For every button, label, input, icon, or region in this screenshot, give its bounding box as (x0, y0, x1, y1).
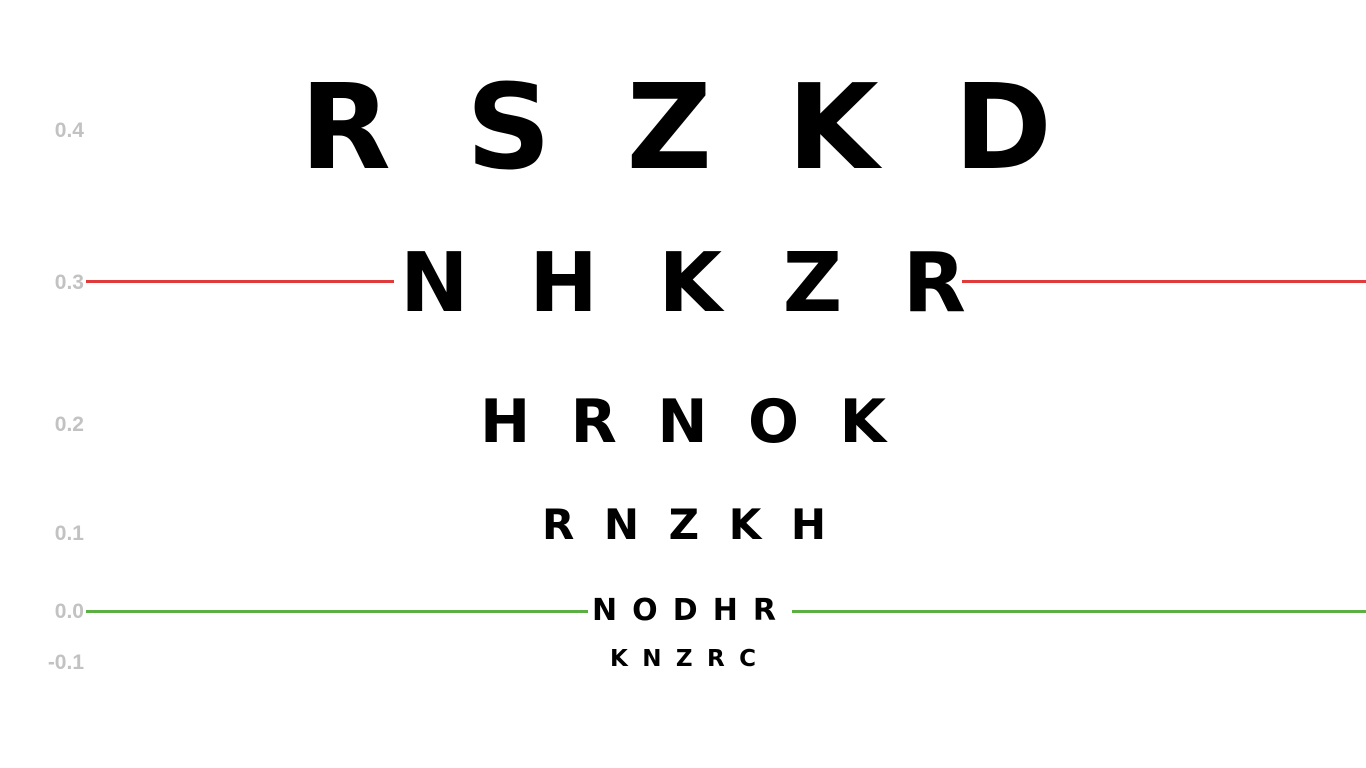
optotype-letter: R (542, 500, 575, 549)
optotype-letter: C (739, 645, 756, 672)
eye-chart: 0.4 R S Z K D 0.3 N H K Z R 0.2 H R N O … (0, 0, 1366, 768)
optotype-letter: N (657, 387, 708, 457)
optotype-letter: K (728, 500, 762, 549)
optotype-letter: Z (626, 58, 712, 196)
optotype-letter: H (790, 500, 826, 549)
marker-line-right (792, 610, 1366, 613)
marker-line-left (86, 280, 394, 283)
row-label: 0.1 (54, 522, 84, 545)
optotype-letter: N (592, 593, 618, 628)
optotype-letter: R (300, 58, 391, 196)
optotype-letter: R (706, 645, 725, 672)
row-label: -0.1 (47, 651, 84, 674)
optotype-letter: H (529, 236, 598, 331)
optotype-letter: O (748, 387, 800, 457)
row-label: 0.2 (54, 413, 84, 436)
row-label: 0.0 (54, 600, 84, 623)
optotype-letter: K (839, 387, 886, 457)
row-label: 0.4 (54, 119, 84, 142)
chart-row: N O D H R (592, 593, 776, 628)
optotype-letter: S (466, 58, 552, 196)
optotype-letter: O (632, 593, 658, 628)
marker-line-left (86, 610, 588, 613)
optotype-letter: H (480, 387, 531, 457)
optotype-letter: Z (782, 236, 843, 331)
optotype-letter: Z (668, 500, 700, 549)
chart-row: R N Z K H (542, 500, 826, 549)
optotype-letter: R (570, 387, 617, 457)
chart-row: H R N O K (480, 387, 886, 457)
marker-line-right (962, 280, 1366, 283)
chart-row: R S Z K D (300, 68, 1052, 186)
optotype-letter: K (658, 236, 723, 331)
optotype-letter: K (610, 645, 628, 672)
optotype-letter: Z (675, 645, 693, 672)
optotype-letter: N (642, 645, 662, 672)
chart-row: K N Z R C (610, 645, 756, 672)
optotype-letter: R (902, 236, 966, 331)
optotype-letter: K (787, 58, 879, 196)
optotype-letter: H (712, 593, 738, 628)
optotype-letter: N (400, 236, 469, 331)
optotype-letter: N (603, 500, 640, 549)
chart-row: N H K Z R (400, 236, 966, 331)
optotype-letter: D (954, 58, 1052, 196)
optotype-letter: R (752, 593, 776, 628)
optotype-letter: D (672, 593, 698, 628)
row-label: 0.3 (54, 271, 84, 294)
